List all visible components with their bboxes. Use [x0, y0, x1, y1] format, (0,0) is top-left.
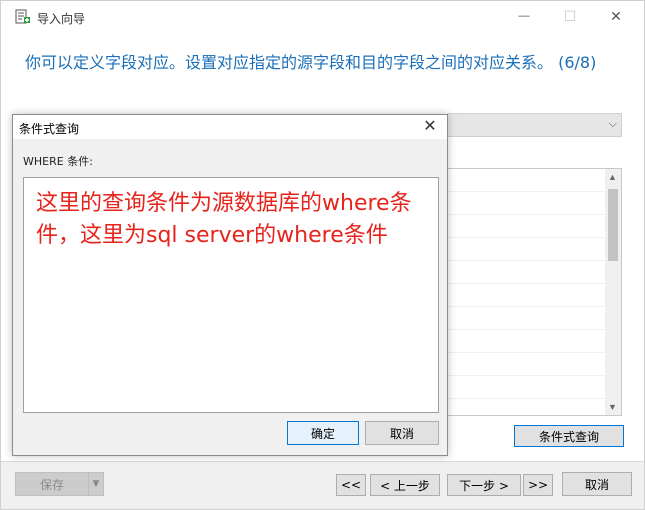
- dialog-cancel-button[interactable]: 取消: [365, 421, 439, 445]
- minimize-button[interactable]: —: [501, 1, 547, 31]
- cancel-button[interactable]: 取消: [562, 472, 632, 496]
- minimize-icon: —: [518, 10, 530, 22]
- dialog-close-icon[interactable]: ✕: [419, 116, 441, 136]
- chevron-down-icon: ⌵: [608, 118, 617, 130]
- scroll-down-icon[interactable]: ▼: [608, 402, 617, 412]
- close-button[interactable]: ✕: [593, 1, 639, 31]
- title-bar: 导入向导 — ☐ ✕: [1, 1, 644, 33]
- next-step-button[interactable]: 下一步 >: [447, 474, 521, 496]
- scrollbar-thumb[interactable]: [608, 189, 618, 261]
- save-dropdown-button[interactable]: ▼: [88, 472, 104, 496]
- maximize-icon: ☐: [563, 7, 577, 24]
- last-step-button[interactable]: >>: [523, 474, 553, 496]
- import-wizard-icon: [15, 9, 30, 24]
- condition-query-button[interactable]: 条件式查询: [514, 425, 624, 447]
- close-icon: ✕: [610, 7, 622, 24]
- condition-query-dialog: 条件式查询 ✕ WHERE 条件: 这里的查询条件为源数据库的where条件，这…: [12, 114, 448, 456]
- annotation-text: 这里的查询条件为源数据库的where条件，这里为sql server的where…: [36, 191, 412, 248]
- save-button[interactable]: 保存: [15, 472, 89, 496]
- where-condition-label: WHERE 条件:: [23, 155, 93, 168]
- target-table-dropdown[interactable]: ⌵: [447, 113, 622, 137]
- scroll-up-icon[interactable]: ▲: [608, 172, 617, 182]
- dialog-title-bar: 条件式查询 ✕: [13, 115, 447, 139]
- vertical-scrollbar[interactable]: ▲ ▼: [605, 169, 621, 415]
- dialog-title: 条件式查询: [19, 122, 80, 136]
- previous-step-button[interactable]: < 上一步: [370, 474, 440, 496]
- ok-button[interactable]: 确定: [287, 421, 359, 445]
- grid-rows: [448, 169, 606, 415]
- window-title: 导入向导: [37, 12, 86, 26]
- where-condition-input[interactable]: 这里的查询条件为源数据库的where条件，这里为sql server的where…: [23, 177, 439, 413]
- first-step-button[interactable]: <<: [336, 474, 366, 496]
- field-mapping-grid[interactable]: ▲ ▼: [447, 168, 622, 416]
- chevron-down-icon: ▼: [92, 479, 100, 489]
- page-heading: 你可以定义字段对应。设置对应指定的源字段和目的字段之间的对应关系。 (6/8): [25, 53, 597, 72]
- maximize-button[interactable]: ☐: [547, 1, 593, 31]
